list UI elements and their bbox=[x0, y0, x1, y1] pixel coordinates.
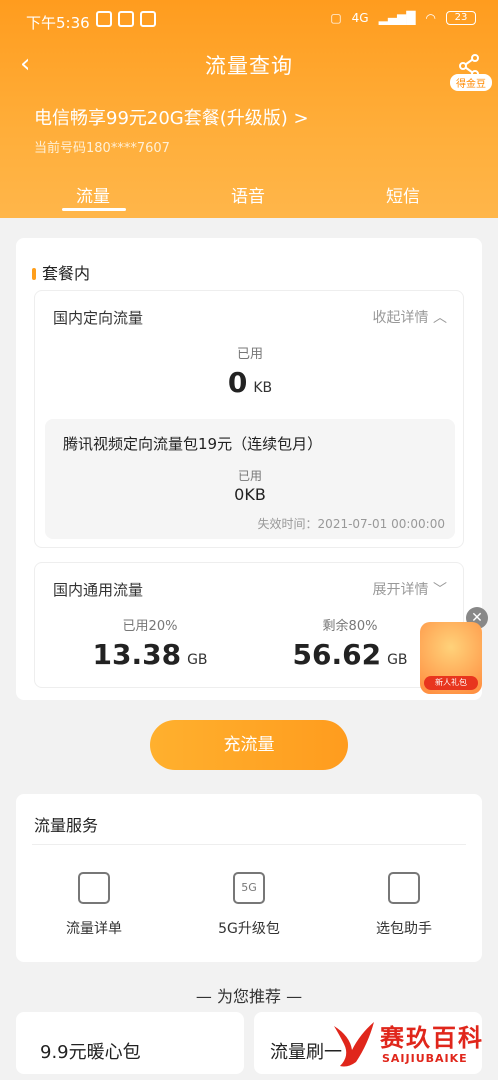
5g-gift-icon: 5G bbox=[233, 872, 265, 904]
notification-icon bbox=[96, 11, 112, 27]
general-remain: 剩余80% 56.62 GB bbox=[265, 615, 435, 671]
watermark-logo-icon bbox=[334, 1022, 374, 1067]
recommend-title: — 为您推荐 — bbox=[195, 987, 303, 1006]
collapse-toggle-label: 收起详情 bbox=[372, 310, 429, 326]
services-title: 流量服务 bbox=[34, 816, 99, 835]
recharge-button[interactable]: 充流量 bbox=[150, 720, 348, 770]
promo-card-1-label: 9.9元暖心包 bbox=[40, 1042, 141, 1063]
nav-bar: ‹ 流量查询 得金豆 bbox=[0, 40, 498, 91]
directional-title: 国内定向流量 bbox=[53, 309, 144, 327]
service-5g[interactable]: 5G 5G升级包 bbox=[189, 872, 309, 938]
home-icon bbox=[118, 11, 134, 27]
watermark-en: SAIJIUBAIKE bbox=[382, 1052, 468, 1065]
chevron-down-icon: ﹀ bbox=[433, 582, 447, 598]
service-assistant-label: 选包助手 bbox=[376, 921, 432, 937]
directional-used-unit: KB bbox=[253, 380, 273, 396]
chevron-up-icon: ︿ bbox=[433, 310, 447, 326]
general-used-value: 13.38 bbox=[92, 638, 182, 671]
page-title: 流量查询 bbox=[205, 54, 293, 78]
pack-used-label: 已用 bbox=[237, 469, 262, 483]
tab-bar: 流量 语音 短信 bbox=[0, 180, 498, 214]
detail-list-icon bbox=[78, 872, 110, 904]
tab-underline bbox=[62, 208, 126, 211]
phone-number: 当前号码180****7607 bbox=[34, 141, 170, 156]
pack-item: 腾讯视频定向流量包19元（连续包月） 已用 0KB 失效时间：2021-07-0… bbox=[45, 419, 455, 539]
general-panel: 国内通用流量 展开详情 ﹀ 已用20% 13.38 GB 剩余80% 56.62 G… bbox=[34, 562, 464, 688]
general-used-label: 已用20% bbox=[122, 619, 178, 634]
download-icon bbox=[140, 11, 156, 27]
gold-bean-badge[interactable]: 得金豆 bbox=[450, 74, 492, 91]
pack-name: 腾讯视频定向流量包19元（连续包月） bbox=[63, 435, 323, 453]
status-time: 下午5:36 bbox=[26, 14, 90, 32]
gift-label: 新人礼包 bbox=[424, 676, 478, 690]
promo-card-1[interactable]: 9.9元暖心包 bbox=[16, 1012, 244, 1074]
general-title: 国内通用流量 bbox=[53, 581, 144, 599]
network-label: 4G bbox=[351, 11, 369, 25]
expand-toggle-label: 展开详情 bbox=[372, 582, 429, 598]
directional-used-label: 已用 bbox=[236, 347, 263, 362]
general-used: 已用20% 13.38 GB bbox=[65, 615, 235, 671]
service-detail[interactable]: 流量详单 bbox=[34, 872, 154, 938]
tab-data[interactable]: 流量 bbox=[76, 182, 110, 207]
plan-name[interactable]: 电信畅享99元20G套餐(升级版) > bbox=[34, 104, 309, 130]
tab-voice[interactable]: 语音 bbox=[231, 182, 265, 207]
directional-used: 已用 0 KB bbox=[35, 343, 465, 399]
services-card: 流量服务 流量详单 5G 5G升级包 选包助手 bbox=[16, 794, 482, 962]
service-5g-label: 5G升级包 bbox=[218, 921, 280, 937]
directional-panel: 国内定向流量 收起详情 ︿ 已用 0 KB 腾讯视频定向流量包19元（连续包月） … bbox=[34, 290, 464, 548]
vibrate-icon: ▢ bbox=[330, 11, 342, 25]
watermark: 赛玖百科 SAIJIUBAIKE bbox=[328, 1016, 488, 1072]
section-dot bbox=[32, 268, 36, 280]
general-remain-label: 剩余80% bbox=[322, 619, 378, 634]
watermark-cn: 赛玖百科 bbox=[380, 1024, 484, 1052]
gift-float[interactable]: 新人礼包 bbox=[420, 622, 482, 694]
general-remain-value: 56.62 bbox=[292, 638, 382, 671]
directional-used-value: 0 bbox=[227, 366, 248, 399]
wifi-icon: ◠ bbox=[425, 11, 436, 25]
signal-icon: ▂▄▆█ bbox=[378, 11, 416, 25]
general-used-unit: GB bbox=[187, 652, 208, 668]
battery-icon: 23 bbox=[446, 11, 476, 25]
section-title-text: 套餐内 bbox=[42, 264, 91, 283]
general-remain-unit: GB bbox=[387, 652, 408, 668]
service-detail-label: 流量详单 bbox=[66, 921, 122, 937]
expand-toggle[interactable]: 展开详情 ﹀ bbox=[373, 579, 447, 599]
section-title: 套餐内 bbox=[32, 260, 90, 284]
plan-usage-card: 套餐内 国内定向流量 收起详情 ︿ 已用 0 KB 腾讯视频定向流量包19元（连续… bbox=[16, 238, 482, 700]
divider bbox=[32, 844, 466, 845]
status-right: ▢ 4G ▂▄▆█ ◠ 23 bbox=[330, 11, 476, 25]
tab-sms[interactable]: 短信 bbox=[386, 182, 420, 207]
status-icons bbox=[96, 11, 156, 27]
status-bar: 下午5:36 ▢ 4G ▂▄▆█ ◠ 23 bbox=[0, 0, 498, 40]
pack-expiry: 失效时间：2021-07-01 00:00:00 bbox=[257, 517, 445, 531]
package-assistant-icon bbox=[388, 872, 420, 904]
service-assistant[interactable]: 选包助手 bbox=[344, 872, 464, 938]
pack-used-value: 0KB bbox=[234, 485, 266, 504]
collapse-toggle[interactable]: 收起详情 ︿ bbox=[373, 307, 447, 327]
